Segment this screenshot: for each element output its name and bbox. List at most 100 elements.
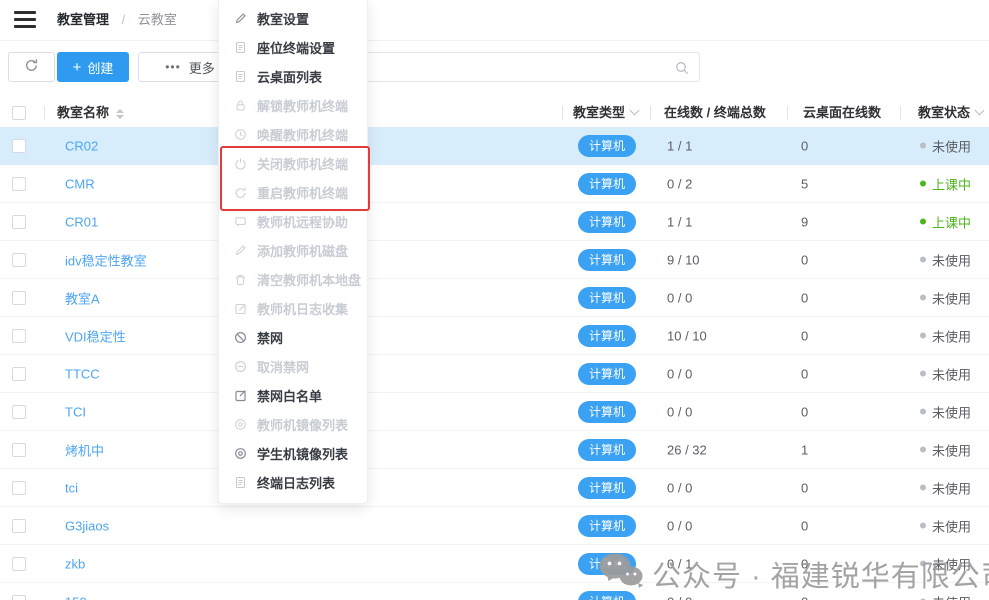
menu-item-teacher-log-collect: 教师机日志收集	[219, 294, 367, 323]
row-checkbox[interactable]	[12, 177, 26, 191]
menu-item-add-teacher-disk: 添加教师机磁盘	[219, 236, 367, 265]
create-button[interactable]: + 创建	[57, 52, 129, 82]
row-checkbox[interactable]	[12, 139, 26, 153]
row-checkbox[interactable]	[12, 557, 26, 571]
table-row[interactable]: CMR 计算机 0 / 2 5 上课中	[0, 165, 989, 203]
breadcrumb-current: 云教室	[138, 12, 177, 27]
classroom-name-link[interactable]: TTCC	[65, 366, 100, 381]
cloud-desktop-count: 1	[801, 442, 808, 457]
chevron-down-icon	[630, 106, 640, 116]
menu-item-teacher-remote-assist: 教师机远程协助	[219, 207, 367, 236]
classroom-type-badge: 计算机	[578, 515, 636, 537]
cloud-desktop-count: 0	[801, 138, 808, 153]
menu-item-label: 学生机镜像列表	[257, 444, 348, 463]
status-label: 上课中	[932, 174, 971, 193]
table-row[interactable]: 150 计算机 0 / 0 0 未使用	[0, 583, 989, 600]
column-header-status[interactable]: 教室状态	[918, 99, 983, 127]
ban-icon	[233, 331, 247, 345]
status-dot-icon	[920, 371, 926, 377]
cloud-desktop-count: 0	[801, 518, 808, 533]
breadcrumb-root[interactable]: 教室管理	[57, 12, 109, 27]
row-checkbox[interactable]	[12, 443, 26, 457]
status-label: 未使用	[932, 364, 971, 383]
column-header-name-label: 教室名称	[57, 105, 109, 120]
row-checkbox[interactable]	[12, 253, 26, 267]
classroom-name-link[interactable]: VDI稳定性	[65, 326, 126, 345]
cloud-desktop-count: 0	[801, 328, 808, 343]
refresh-button[interactable]	[8, 52, 55, 82]
classroom-name-link[interactable]: CR01	[65, 214, 98, 229]
row-checkbox[interactable]	[12, 291, 26, 305]
restart-icon	[233, 186, 247, 200]
menu-item-network-whitelist[interactable]: 禁网白名单	[219, 381, 367, 410]
classroom-name-link[interactable]: TCI	[65, 404, 86, 419]
classroom-name-link[interactable]: 150	[65, 594, 87, 600]
menu-item-clear-teacher-local-disk: 清空教师机本地盘	[219, 265, 367, 294]
cloud-desktop-count: 0	[801, 480, 808, 495]
more-actions-dropdown: 教室设置 座位终端设置 云桌面列表 解锁教师机终端 唤醒教师机终端 关闭教师机终…	[218, 0, 368, 504]
menu-item-student-mirror-list[interactable]: 学生机镜像列表	[219, 439, 367, 468]
row-checkbox[interactable]	[12, 481, 26, 495]
row-checkbox[interactable]	[12, 367, 26, 381]
menu-item-restart-teacher-terminal: 重启教师机终端	[219, 178, 367, 207]
row-checkbox[interactable]	[12, 519, 26, 533]
table-row[interactable]: CR01 计算机 1 / 1 9 上课中	[0, 203, 989, 241]
hamburger-menu-icon[interactable]	[14, 11, 36, 28]
menu-item-teacher-mirror-list: 教师机镜像列表	[219, 410, 367, 439]
more-button-label: 更多	[189, 58, 215, 77]
table-row[interactable]: 教室A 计算机 0 / 0 0 未使用	[0, 279, 989, 317]
sort-toggle[interactable]	[116, 109, 124, 119]
status-badge: 未使用	[920, 554, 971, 573]
classroom-name-link[interactable]: 教室A	[65, 288, 100, 307]
cloud-desktop-count: 0	[801, 556, 808, 571]
table-row[interactable]: CR02 计算机 1 / 1 0 未使用	[0, 127, 989, 165]
status-badge: 未使用	[920, 288, 971, 307]
classroom-name-link[interactable]: G3jiaos	[65, 518, 109, 533]
table-header: 教室名称 教室类型 在线数 / 终端总数 云桌面在线数 教室状态	[0, 99, 989, 128]
row-checkbox[interactable]	[12, 215, 26, 229]
table-row[interactable]: 烤机中 计算机 26 / 32 1 未使用	[0, 431, 989, 469]
menu-item-cloud-desktop-list[interactable]: 云桌面列表	[219, 62, 367, 91]
refresh-icon	[24, 58, 39, 76]
classroom-name-link[interactable]: 烤机中	[65, 440, 104, 459]
table-row[interactable]: VDI稳定性 计算机 10 / 10 0 未使用	[0, 317, 989, 355]
cloud-desktop-count: 5	[801, 176, 808, 191]
cloud-desktop-count: 0	[801, 594, 808, 600]
classroom-name-link[interactable]: zkb	[65, 556, 85, 571]
classroom-name-link[interactable]: CR02	[65, 138, 98, 153]
status-label: 未使用	[932, 516, 971, 535]
classroom-name-link[interactable]: CMR	[65, 176, 95, 191]
menu-item-label: 唤醒教师机终端	[257, 125, 348, 144]
menu-item-classroom-settings[interactable]: 教室设置	[219, 4, 367, 33]
cloud-desktop-count: 0	[801, 366, 808, 381]
menu-item-label: 教师机镜像列表	[257, 415, 348, 434]
table-row[interactable]: TCI 计算机 0 / 0 0 未使用	[0, 393, 989, 431]
menu-item-unlock-teacher-terminal: 解锁教师机终端	[219, 91, 367, 120]
classroom-type-badge: 计算机	[578, 325, 636, 347]
classroom-name-link[interactable]: tci	[65, 480, 78, 495]
menu-item-network-ban[interactable]: 禁网	[219, 323, 367, 352]
header-divider	[787, 106, 788, 120]
table-row[interactable]: TTCC 计算机 0 / 0 0 未使用	[0, 355, 989, 393]
row-checkbox[interactable]	[12, 595, 26, 600]
status-label: 未使用	[932, 592, 971, 600]
row-checkbox[interactable]	[12, 405, 26, 419]
classroom-name-link[interactable]: idv稳定性教室	[65, 250, 147, 269]
status-badge: 未使用	[920, 592, 971, 600]
row-checkbox[interactable]	[12, 329, 26, 343]
select-all-checkbox[interactable]	[12, 106, 26, 120]
menu-item-label: 座位终端设置	[257, 38, 335, 57]
menu-item-seat-terminal-settings[interactable]: 座位终端设置	[219, 33, 367, 62]
table-row[interactable]: idv稳定性教室 计算机 9 / 10 0 未使用	[0, 241, 989, 279]
status-dot-icon	[920, 295, 926, 301]
header-divider	[900, 106, 901, 120]
classroom-type-badge: 计算机	[578, 135, 636, 157]
column-header-name: 教室名称	[57, 99, 124, 127]
classroom-type-badge: 计算机	[578, 173, 636, 195]
table-row[interactable]: zkb 计算机 0 / 1 0 未使用	[0, 545, 989, 583]
menu-item-terminal-log-list[interactable]: 终端日志列表	[219, 468, 367, 497]
table-row[interactable]: tci 计算机 0 / 0 0 未使用	[0, 469, 989, 507]
column-header-type[interactable]: 教室类型	[573, 99, 638, 127]
search-icon	[674, 60, 690, 76]
table-row[interactable]: G3jiaos 计算机 0 / 0 0 未使用	[0, 507, 989, 545]
